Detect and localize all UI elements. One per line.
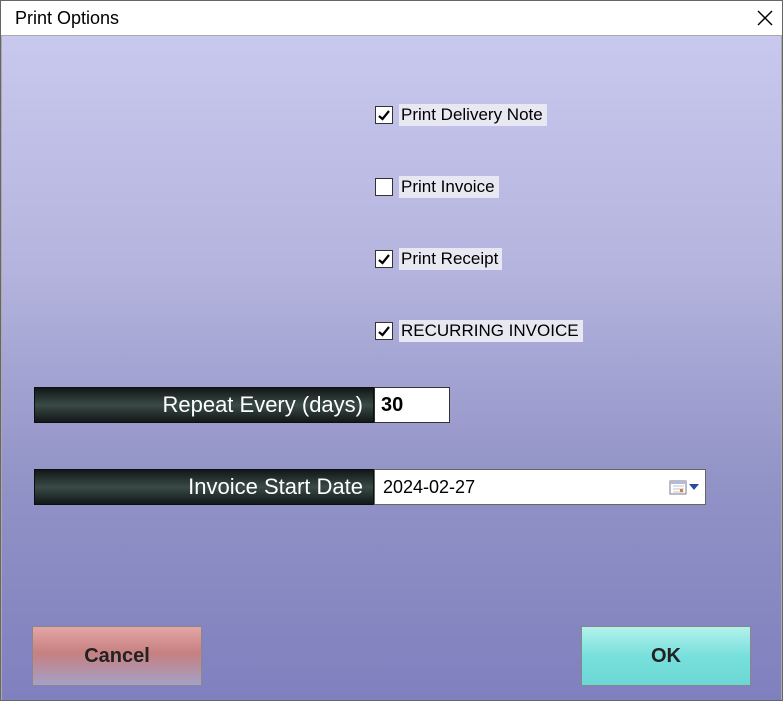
- cancel-button-label: Cancel: [84, 645, 150, 668]
- checkbox-invoice[interactable]: [375, 178, 393, 196]
- ok-button-label: OK: [651, 645, 681, 668]
- checkbox-row-invoice: Print Invoice: [375, 176, 499, 198]
- repeat-every-label: Repeat Every (days): [34, 387, 374, 423]
- chevron-down-icon: [689, 484, 699, 490]
- titlebar: Print Options: [1, 1, 782, 35]
- start-date-field[interactable]: 2024-02-27: [374, 469, 706, 505]
- repeat-every-input[interactable]: [374, 387, 450, 423]
- checkbox-delivery-note[interactable]: [375, 106, 393, 124]
- date-picker-icon[interactable]: [669, 479, 699, 495]
- checkbox-row-delivery-note: Print Delivery Note: [375, 104, 547, 126]
- ok-button[interactable]: OK: [581, 626, 751, 686]
- checkbox-row-recurring: RECURRING INVOICE: [375, 320, 583, 342]
- print-options-window: Print Options Print Delivery Note Print …: [0, 0, 783, 701]
- checkbox-label-invoice: Print Invoice: [399, 176, 499, 198]
- checkbox-label-delivery-note: Print Delivery Note: [399, 104, 547, 126]
- checkbox-row-receipt: Print Receipt: [375, 248, 502, 270]
- window-title: Print Options: [15, 8, 119, 29]
- checkbox-label-recurring: RECURRING INVOICE: [399, 320, 583, 342]
- checkbox-label-receipt: Print Receipt: [399, 248, 502, 270]
- repeat-every-row: Repeat Every (days): [34, 387, 450, 423]
- checkbox-recurring[interactable]: [375, 322, 393, 340]
- start-date-value: 2024-02-27: [383, 477, 669, 498]
- cancel-button[interactable]: Cancel: [32, 626, 202, 686]
- dialog-body: Print Delivery Note Print Invoice Print …: [1, 35, 782, 700]
- close-icon[interactable]: [756, 9, 774, 27]
- start-date-row: Invoice Start Date 2024-02-27: [34, 469, 706, 505]
- checkbox-receipt[interactable]: [375, 250, 393, 268]
- start-date-label: Invoice Start Date: [34, 469, 374, 505]
